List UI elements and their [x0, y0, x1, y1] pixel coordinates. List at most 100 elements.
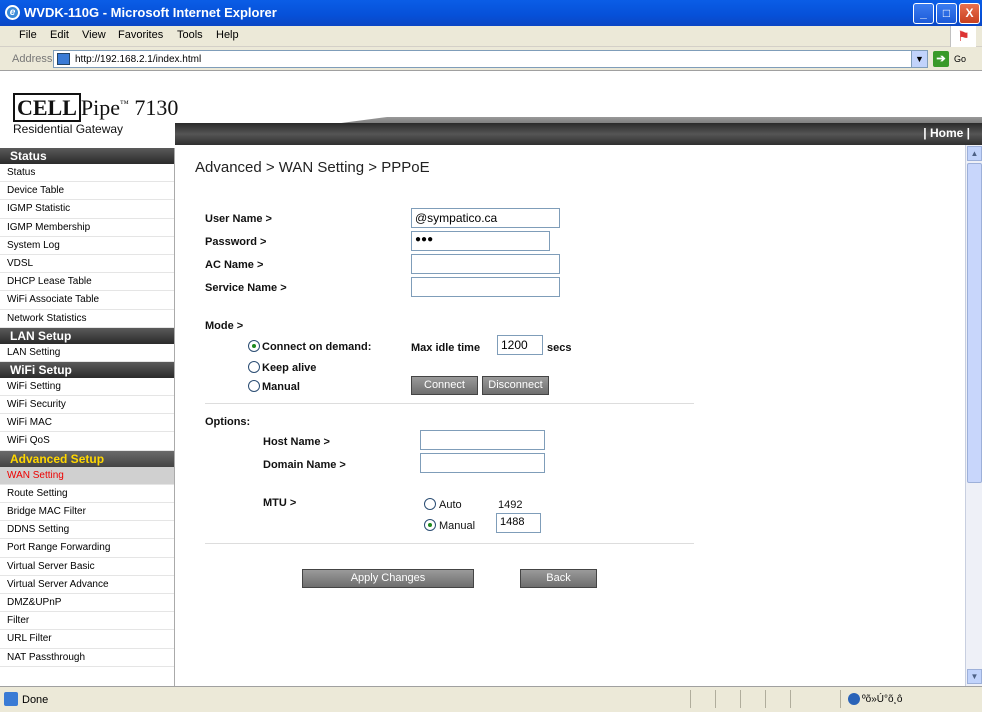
minimize-button[interactable]: _ — [913, 3, 934, 24]
status-bar: Done ºõ»Ú°õ¸ô — [0, 686, 982, 712]
status-divider — [740, 690, 741, 708]
menu-help[interactable]: Help — [216, 29, 239, 41]
host-name-input[interactable] — [420, 430, 545, 450]
brand-tm: ™ — [120, 98, 129, 109]
sidebar-section-status: Status — [0, 148, 174, 164]
sidebar-item-virtual-server-basic[interactable]: Virtual Server Basic — [0, 558, 174, 576]
go-arrow-icon[interactable]: ➔ — [933, 51, 949, 67]
sidebar-item-wan-setting[interactable]: WAN Setting — [0, 466, 174, 485]
mtu-manual-input[interactable]: 1488 — [496, 513, 541, 533]
page-done-icon — [4, 692, 18, 706]
sidebar-item-lan-setting[interactable]: LAN Setting — [0, 344, 174, 362]
status-divider — [790, 690, 791, 708]
mode-manual-radio[interactable] — [248, 380, 260, 392]
mtu-label: MTU > — [263, 497, 297, 509]
windows-flag-icon: ⚑ — [950, 26, 976, 47]
password-input[interactable]: ●●● — [411, 231, 550, 251]
brand-subtitle: Residential Gateway — [13, 122, 124, 136]
scroll-thumb[interactable] — [967, 163, 982, 483]
domain-name-label: Domain Name > — [263, 459, 346, 471]
address-input[interactable]: http://192.168.2.1/index.html ▼ — [53, 50, 928, 68]
sidebar-section-lan: LAN Setup — [0, 327, 174, 344]
sidebar-item-dhcp-lease[interactable]: DHCP Lease Table — [0, 273, 174, 292]
scroll-up-icon[interactable]: ▲ — [967, 146, 982, 161]
disconnect-button[interactable]: Disconnect — [482, 376, 549, 395]
sidebar-item-status[interactable]: Status — [0, 164, 174, 183]
sidebar-item-bridge-mac-filter[interactable]: Bridge MAC Filter — [0, 503, 174, 522]
sidebar-section-advanced: Advanced Setup — [0, 450, 174, 467]
sidebar-item-device-table[interactable]: Device Table — [0, 182, 174, 201]
mode-connect-on-demand-radio[interactable] — [248, 340, 260, 352]
service-name-input[interactable] — [411, 277, 560, 297]
mode-connect-on-demand-label: Connect on demand: — [262, 341, 372, 353]
sidebar-item-wifi-setting[interactable]: WiFi Setting — [0, 378, 174, 397]
mode-manual-label: Manual — [262, 381, 300, 393]
globe-icon — [848, 693, 860, 705]
sidebar-section-wifi: WiFi Setup — [0, 361, 174, 378]
max-idle-label: Max idle time — [411, 342, 481, 354]
menu-edit[interactable]: Edit — [50, 29, 69, 41]
window-title: WVDK-110G - Microsoft Internet Explorer — [24, 5, 277, 20]
vertical-scrollbar[interactable]: ▲ ▼ — [965, 145, 982, 686]
sidebar-item-vdsl[interactable]: VDSL — [0, 255, 174, 274]
menu-favorites[interactable]: Favorites — [118, 29, 163, 41]
address-label: Address — [12, 53, 53, 65]
host-name-label: Host Name > — [263, 436, 330, 448]
max-idle-input[interactable]: 1200 — [497, 335, 543, 355]
password-label: Password > — [205, 236, 267, 248]
mode-keep-alive-radio[interactable] — [248, 361, 260, 373]
cellpipe-logo: CELL Pipe™ 7130 Residential Gateway — [13, 93, 179, 136]
sidebar-item-filter[interactable]: Filter — [0, 612, 174, 631]
sidebar-item-ddns-setting[interactable]: DDNS Setting — [0, 521, 174, 540]
header-bar — [175, 123, 982, 145]
sidebar-item-wifi-associate[interactable]: WiFi Associate Table — [0, 291, 174, 310]
sidebar-item-igmp-statistic[interactable]: IGMP Statistic — [0, 200, 174, 219]
status-text: Done — [22, 694, 49, 706]
breadcrumb: Advanced > WAN Setting > PPPoE — [195, 159, 430, 176]
close-button[interactable]: X — [959, 3, 980, 24]
mode-keep-alive-label: Keep alive — [262, 362, 317, 374]
domain-name-input[interactable] — [420, 453, 545, 473]
mtu-manual-radio[interactable] — [424, 519, 436, 531]
brand-model: 7130 — [128, 95, 179, 120]
secs-label: secs — [547, 342, 572, 354]
sidebar-item-dmz-upnp[interactable]: DMZ&UPnP — [0, 594, 174, 613]
sidebar-item-wifi-security[interactable]: WiFi Security — [0, 396, 174, 415]
sidebar-item-wifi-mac[interactable]: WiFi MAC — [0, 414, 174, 433]
mtu-auto-radio[interactable] — [424, 498, 436, 510]
scroll-down-icon[interactable]: ▼ — [967, 669, 982, 684]
go-button[interactable]: Go — [954, 54, 966, 64]
sidebar-item-wifi-qos[interactable]: WiFi QoS — [0, 432, 174, 451]
sidebar-item-system-log[interactable]: System Log — [0, 237, 174, 255]
divider — [205, 543, 694, 544]
sidebar-item-url-filter[interactable]: URL Filter — [0, 630, 174, 649]
ie-logo-icon: e — [5, 5, 20, 20]
divider — [205, 403, 694, 404]
maximize-button[interactable]: □ — [936, 3, 957, 24]
sidebar-item-nat-passthrough[interactable]: NAT Passthrough — [0, 649, 174, 667]
back-button[interactable]: Back — [520, 569, 597, 588]
sidebar-item-igmp-membership[interactable]: IGMP Membership — [0, 219, 174, 237]
menu-bar: File Edit View Favorites Tools Help ⚑ — [0, 26, 982, 47]
sidebar-item-virtual-server-advance[interactable]: Virtual Server Advance — [0, 576, 174, 594]
home-link[interactable]: | Home | — [923, 126, 970, 140]
security-zone: ºõ»Ú°õ¸ô — [862, 694, 903, 705]
connect-button[interactable]: Connect — [411, 376, 478, 395]
ac-name-input[interactable] — [411, 254, 560, 274]
mode-label: Mode > — [205, 320, 244, 332]
service-name-label: Service Name > — [205, 282, 287, 294]
page-header: CELL Pipe™ 7130 Residential Gateway | Hom… — [0, 71, 982, 145]
apply-changes-button[interactable]: Apply Changes — [302, 569, 474, 588]
sidebar-item-network-statistics[interactable]: Network Statistics — [0, 310, 174, 328]
sidebar-item-route-setting[interactable]: Route Setting — [0, 485, 174, 503]
menu-file[interactable]: File — [19, 29, 37, 41]
mtu-auto-value: 1492 — [498, 499, 523, 511]
chevron-down-icon[interactable]: ▼ — [911, 51, 927, 67]
brand-cell: CELL — [13, 93, 81, 122]
main-content: Advanced > WAN Setting > PPPoE User Name… — [176, 145, 965, 686]
sidebar-item-port-range-forwarding[interactable]: Port Range Forwarding — [0, 539, 174, 558]
menu-view[interactable]: View — [82, 29, 106, 41]
status-divider — [765, 690, 766, 708]
menu-tools[interactable]: Tools — [177, 29, 203, 41]
user-name-input[interactable]: @sympatico.ca — [411, 208, 560, 228]
